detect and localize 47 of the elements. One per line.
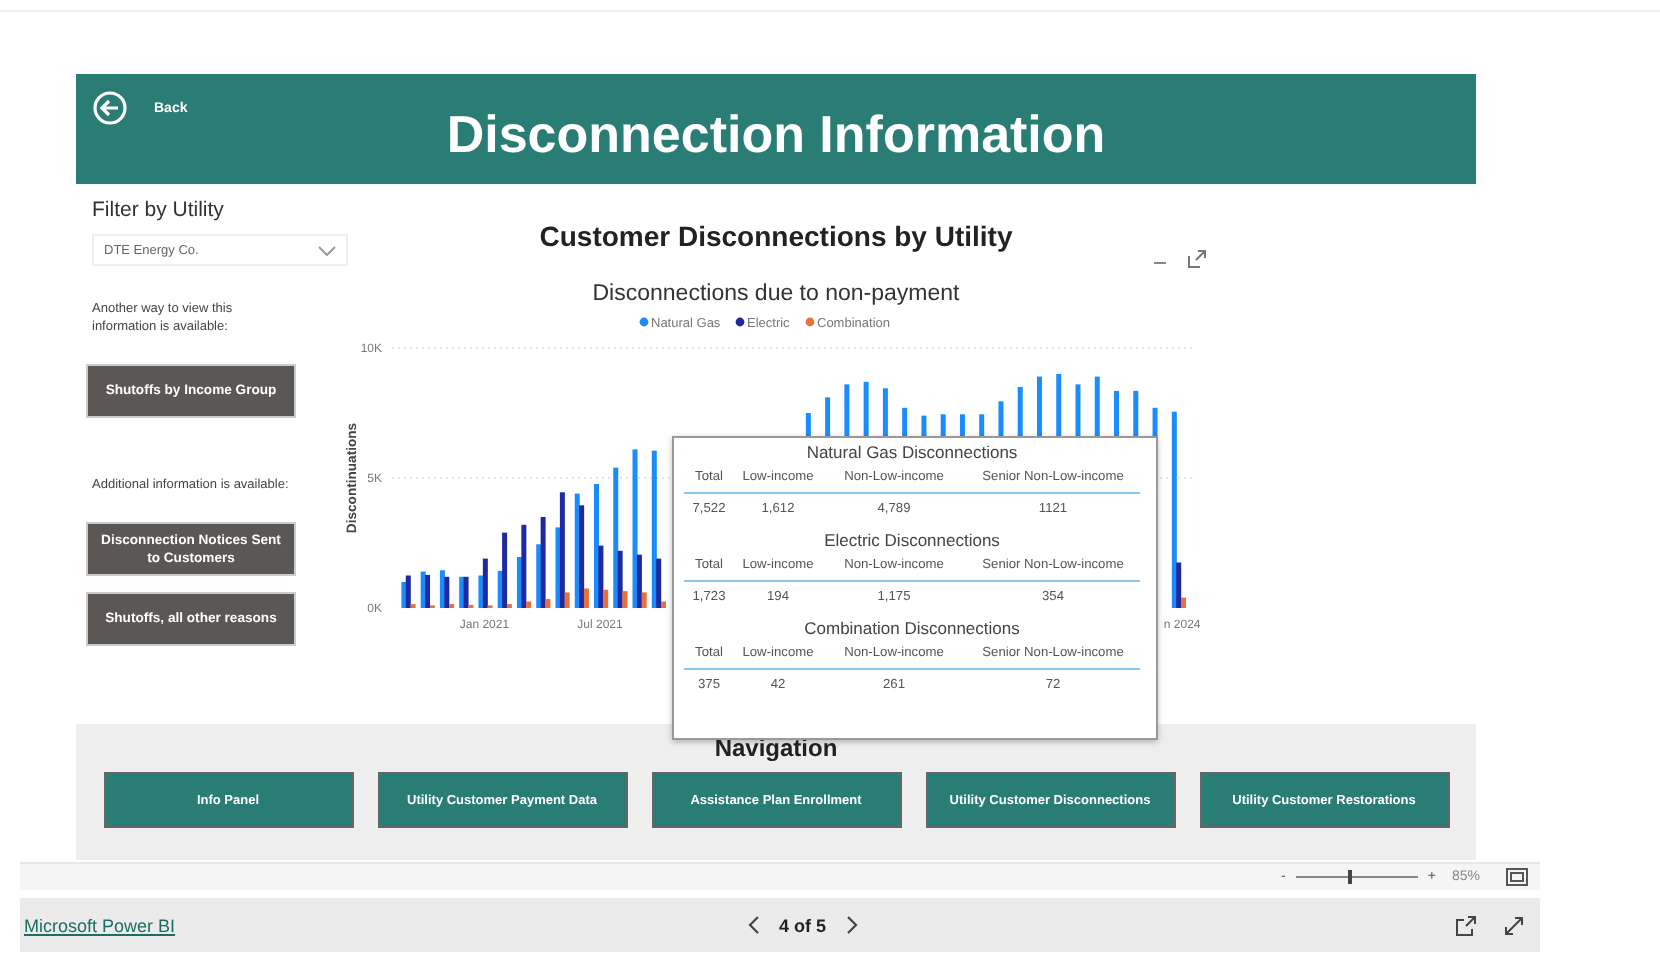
bar[interactable] — [444, 576, 450, 608]
bar[interactable] — [459, 576, 465, 608]
bar[interactable] — [502, 532, 508, 608]
share-icon[interactable] — [1456, 915, 1476, 935]
bar[interactable] — [574, 493, 580, 608]
bar[interactable] — [482, 558, 488, 608]
tooltip-section-title: Electric Disconnections — [822, 530, 1002, 550]
bar[interactable] — [401, 582, 407, 608]
fullscreen-icon[interactable] — [1504, 915, 1524, 935]
bar[interactable] — [478, 575, 484, 608]
bar[interactable] — [540, 517, 546, 608]
report-title: Disconnection Information — [446, 102, 1106, 166]
bar[interactable] — [425, 575, 431, 608]
bar[interactable] — [516, 557, 522, 608]
chevron-down-icon — [318, 245, 336, 255]
bar[interactable] — [1171, 411, 1177, 608]
chart-title: Disconnections due to non-payment — [592, 282, 960, 306]
bar[interactable] — [598, 545, 604, 608]
fit-to-page-icon[interactable] — [1506, 868, 1528, 886]
bar[interactable] — [536, 544, 542, 608]
bar[interactable] — [632, 449, 638, 608]
bar[interactable] — [405, 575, 411, 608]
slider-thumb[interactable] — [1348, 870, 1353, 884]
bar[interactable] — [463, 576, 469, 608]
filter-label: Filter by Utility — [92, 198, 226, 222]
bar[interactable] — [1176, 562, 1182, 608]
brand-link[interactable]: Microsoft Power BI — [24, 915, 176, 935]
bar[interactable] — [497, 570, 503, 608]
tooltip-section-title: Natural Gas Disconnections — [804, 442, 1020, 462]
bar[interactable] — [579, 505, 585, 608]
previous-page-icon[interactable] — [747, 916, 760, 934]
minimize-icon[interactable] — [1154, 260, 1166, 266]
chart-panel-title: Customer Disconnections by Utility — [537, 220, 1015, 252]
navigation-title: Navigation — [714, 734, 838, 762]
expand-icon[interactable] — [1188, 250, 1206, 268]
tooltip-section-title: Combination Disconnections — [802, 618, 1022, 638]
bar[interactable] — [559, 492, 565, 608]
bar[interactable] — [651, 450, 657, 608]
bar[interactable] — [656, 558, 662, 608]
bar[interactable] — [613, 467, 619, 608]
page-indicator: 4 of 5 — [779, 915, 827, 935]
bar[interactable] — [583, 588, 589, 608]
bar[interactable] — [555, 527, 561, 608]
next-page-icon[interactable] — [846, 916, 859, 934]
bar[interactable] — [521, 524, 527, 608]
bar[interactable] — [420, 571, 426, 608]
bar[interactable] — [439, 570, 445, 608]
